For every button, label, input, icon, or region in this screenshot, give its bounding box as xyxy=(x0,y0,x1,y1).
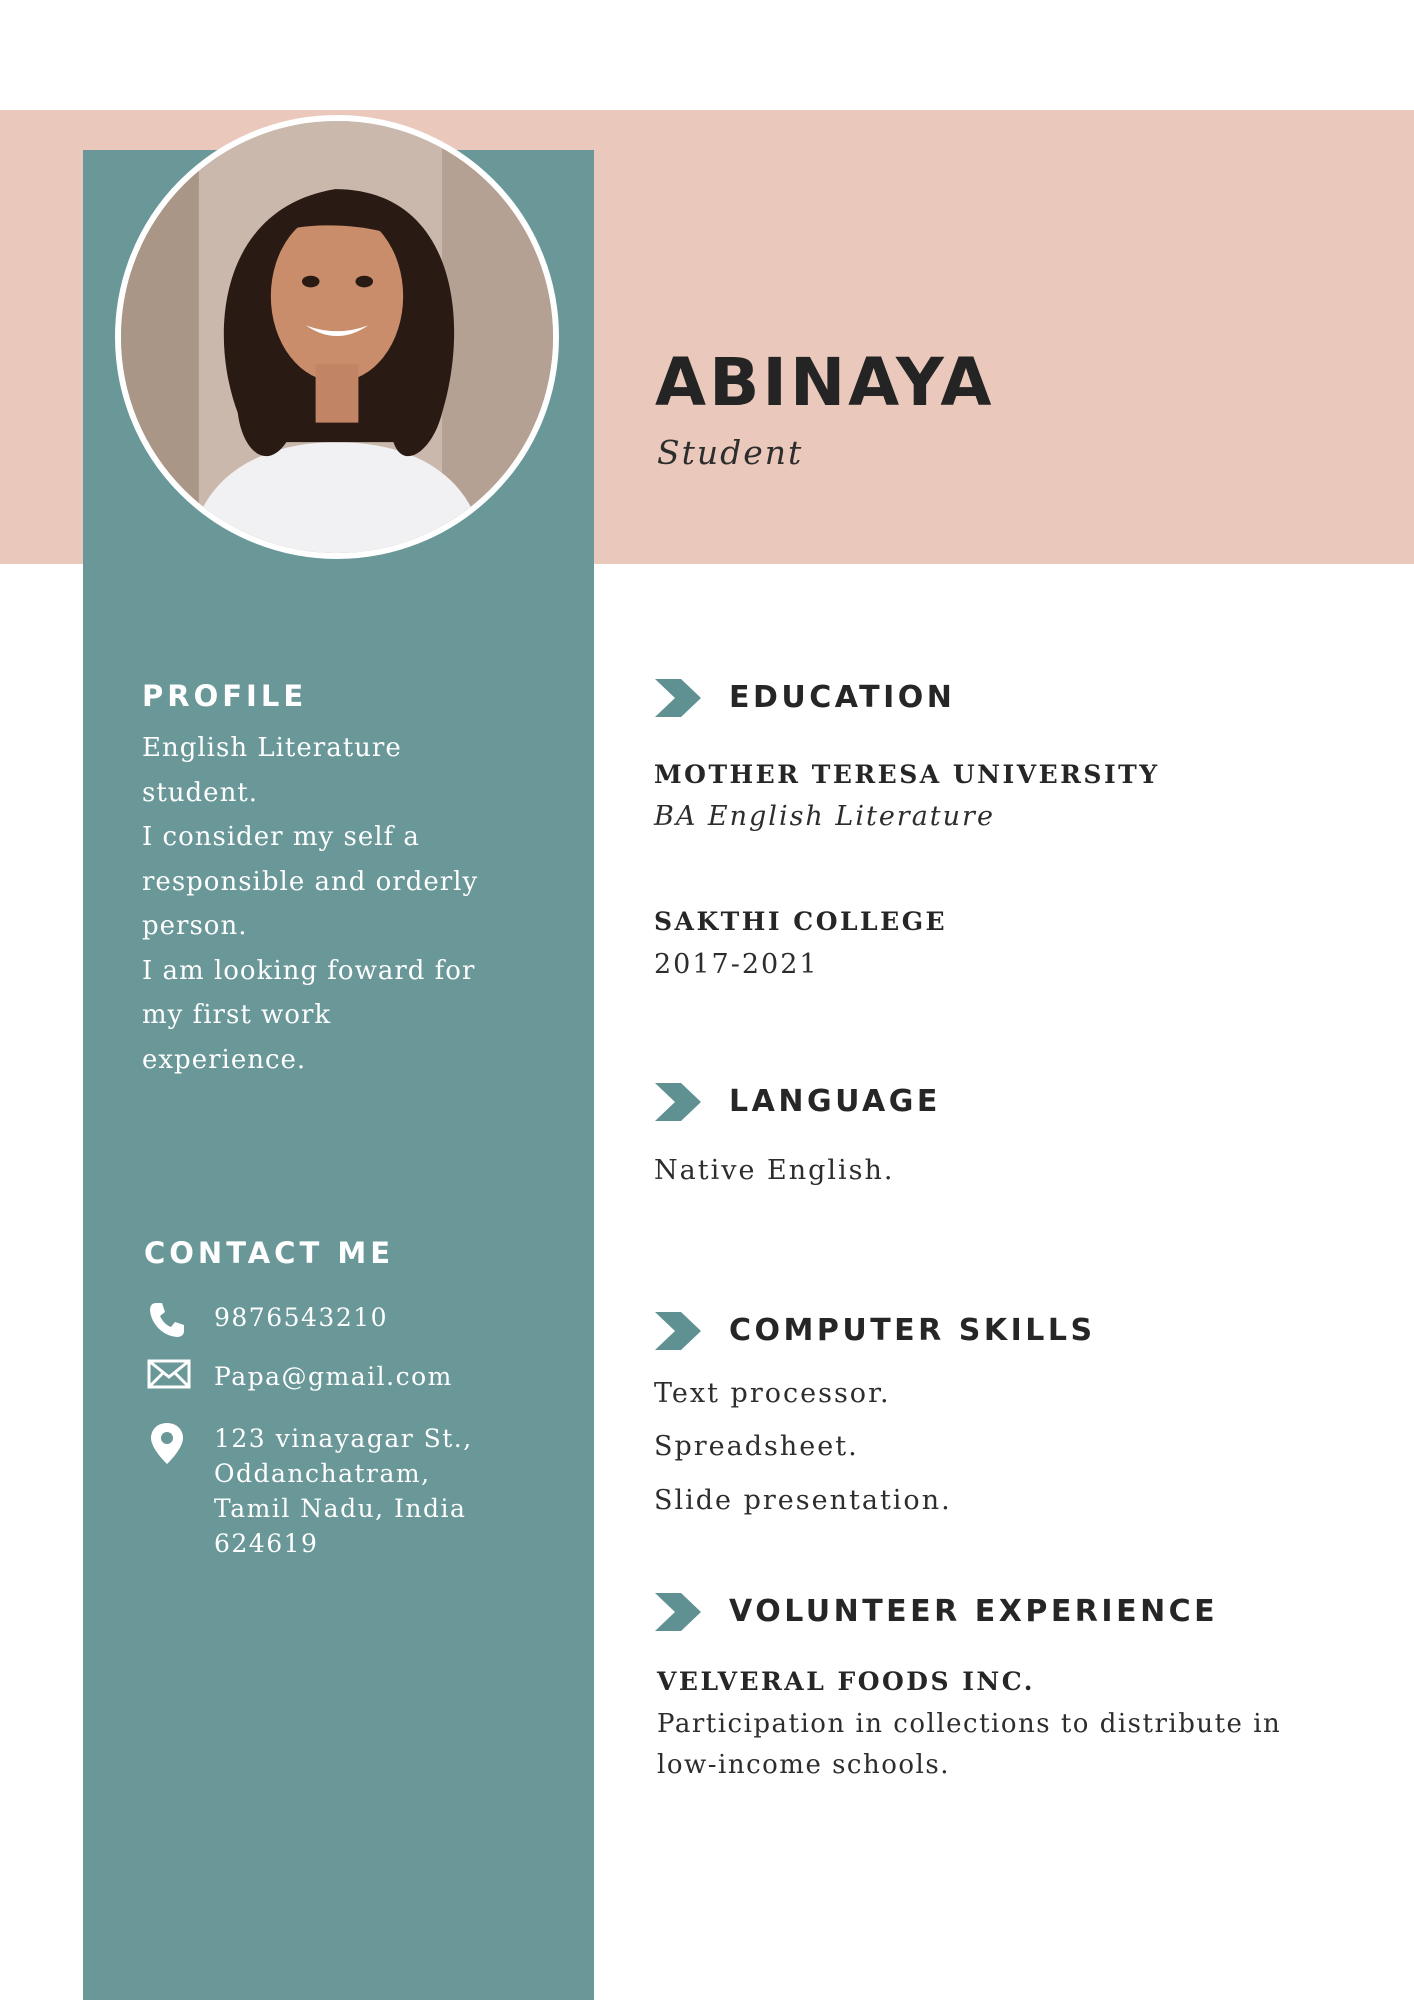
address-line: 624619 xyxy=(214,1529,319,1558)
volunteer-desc-line: low-income schools. xyxy=(657,1750,950,1780)
profile-photo xyxy=(115,115,559,559)
language-header: LANGUAGE xyxy=(655,1083,941,1121)
volunteer-header: VOLUNTEER EXPERIENCE xyxy=(655,1593,1218,1631)
computer-skills-heading: COMPUTER SKILLS xyxy=(729,1313,1096,1348)
profile-line: English Literature xyxy=(142,733,402,763)
chevron-right-icon xyxy=(655,1312,701,1350)
phone-icon xyxy=(147,1300,193,1340)
profile-line: experience. xyxy=(142,1044,307,1075)
skill-item: Spreadsheet. xyxy=(654,1431,859,1462)
address-text: 123 vinayagar St., Oddanchatram, Tamil N… xyxy=(214,1421,473,1561)
skill-item: Slide presentation. xyxy=(654,1485,952,1516)
education-title-1: MOTHER TERESA UNIVERSITY xyxy=(654,760,1160,789)
volunteer-description: Participation in collections to distribu… xyxy=(657,1704,1281,1786)
contact-phone: 9876543210 xyxy=(147,1300,388,1340)
phone-number: 9876543210 xyxy=(214,1303,389,1332)
profile-line: person. xyxy=(142,911,248,941)
contact-email: Papa@gmail.com xyxy=(147,1359,453,1399)
skill-item: Text processor. xyxy=(654,1378,891,1409)
address-line: Oddanchatram, xyxy=(214,1459,431,1488)
chevron-right-icon xyxy=(655,1083,701,1121)
chevron-right-icon xyxy=(655,1593,701,1631)
profile-heading: PROFILE xyxy=(142,679,308,713)
envelope-icon xyxy=(147,1359,193,1399)
education-detail-1: BA English Literature xyxy=(654,801,995,832)
email-address: Papa@gmail.com xyxy=(214,1362,453,1391)
volunteer-heading: VOLUNTEER EXPERIENCE xyxy=(729,1594,1219,1629)
profile-line: responsible and orderly xyxy=(142,866,479,897)
contact-heading: CONTACT ME xyxy=(144,1236,395,1270)
candidate-role: Student xyxy=(657,433,804,472)
education-header: EDUCATION xyxy=(655,679,955,717)
education-detail-2: 2017-2021 xyxy=(654,949,819,980)
contact-address: 123 vinayagar St., Oddanchatram, Tamil N… xyxy=(147,1421,473,1561)
computer-skills-header: COMPUTER SKILLS xyxy=(655,1312,1096,1350)
volunteer-org: VELVERAL FOODS INC. xyxy=(657,1667,1035,1696)
language-heading: LANGUAGE xyxy=(729,1084,941,1119)
profile-line: I am looking foward for xyxy=(142,955,476,986)
map-pin-icon xyxy=(147,1421,193,1464)
volunteer-desc-line: Participation in collections to distribu… xyxy=(657,1709,1282,1739)
profile-text: English Literature student. I consider m… xyxy=(142,726,522,1082)
chevron-right-icon xyxy=(655,679,701,717)
education-heading: EDUCATION xyxy=(729,680,956,715)
profile-line: my first work xyxy=(142,1000,332,1030)
education-title-2: SAKTHI COLLEGE xyxy=(654,907,948,936)
profile-line: I consider my self a xyxy=(142,822,420,852)
candidate-name: ABINAYA xyxy=(655,344,995,421)
address-line: 123 vinayagar St., xyxy=(214,1424,473,1453)
profile-line: student. xyxy=(142,777,259,808)
address-line: Tamil Nadu, India xyxy=(214,1494,467,1523)
language-text: Native English. xyxy=(654,1155,895,1186)
